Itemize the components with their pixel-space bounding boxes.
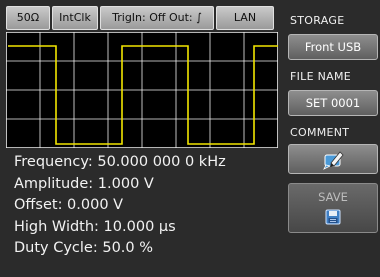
amplitude-readout[interactable]: Amplitude: 1.000 V [14,174,284,196]
grid [6,32,278,148]
impedance-status[interactable]: 50Ω [6,6,50,30]
save-button[interactable]: SAVE [288,183,378,233]
file-name-button[interactable]: SET 0001 [288,90,378,116]
waveform-display [6,32,278,148]
high-width-readout[interactable]: High Width: 10.000 µs [14,217,284,239]
instrument-screen: 50Ω IntClk TrigIn: Off Out: ∫ LAN Freque… [0,0,380,277]
frequency-readout[interactable]: Frequency: 50.000 000 0 kHz [14,152,284,174]
storage-side-panel: STORAGE Front USB FILE NAME SET 0001 COM… [286,0,380,277]
comment-title: COMMENT [290,126,350,139]
waveform-graph [6,32,278,148]
offset-readout[interactable]: Offset: 0.000 V [14,195,284,217]
storage-title: STORAGE [290,14,345,27]
floppy-disk-icon [325,209,341,225]
save-label: SAVE [318,190,348,204]
file-name-title: FILE NAME [290,70,352,83]
storage-button[interactable]: Front USB [288,34,378,60]
status-bar: 50Ω IntClk TrigIn: Off Out: ∫ LAN [6,6,278,30]
comment-edit-icon [323,151,344,170]
comment-button[interactable] [288,144,378,174]
interface-status[interactable]: LAN [216,6,274,30]
trigger-status[interactable]: TrigIn: Off Out: ∫ [100,6,214,30]
clock-status[interactable]: IntClk [52,6,98,30]
duty-cycle-readout[interactable]: Duty Cycle: 50.0 % [14,238,284,260]
parameter-list: Frequency: 50.000 000 0 kHz Amplitude: 1… [14,152,284,260]
